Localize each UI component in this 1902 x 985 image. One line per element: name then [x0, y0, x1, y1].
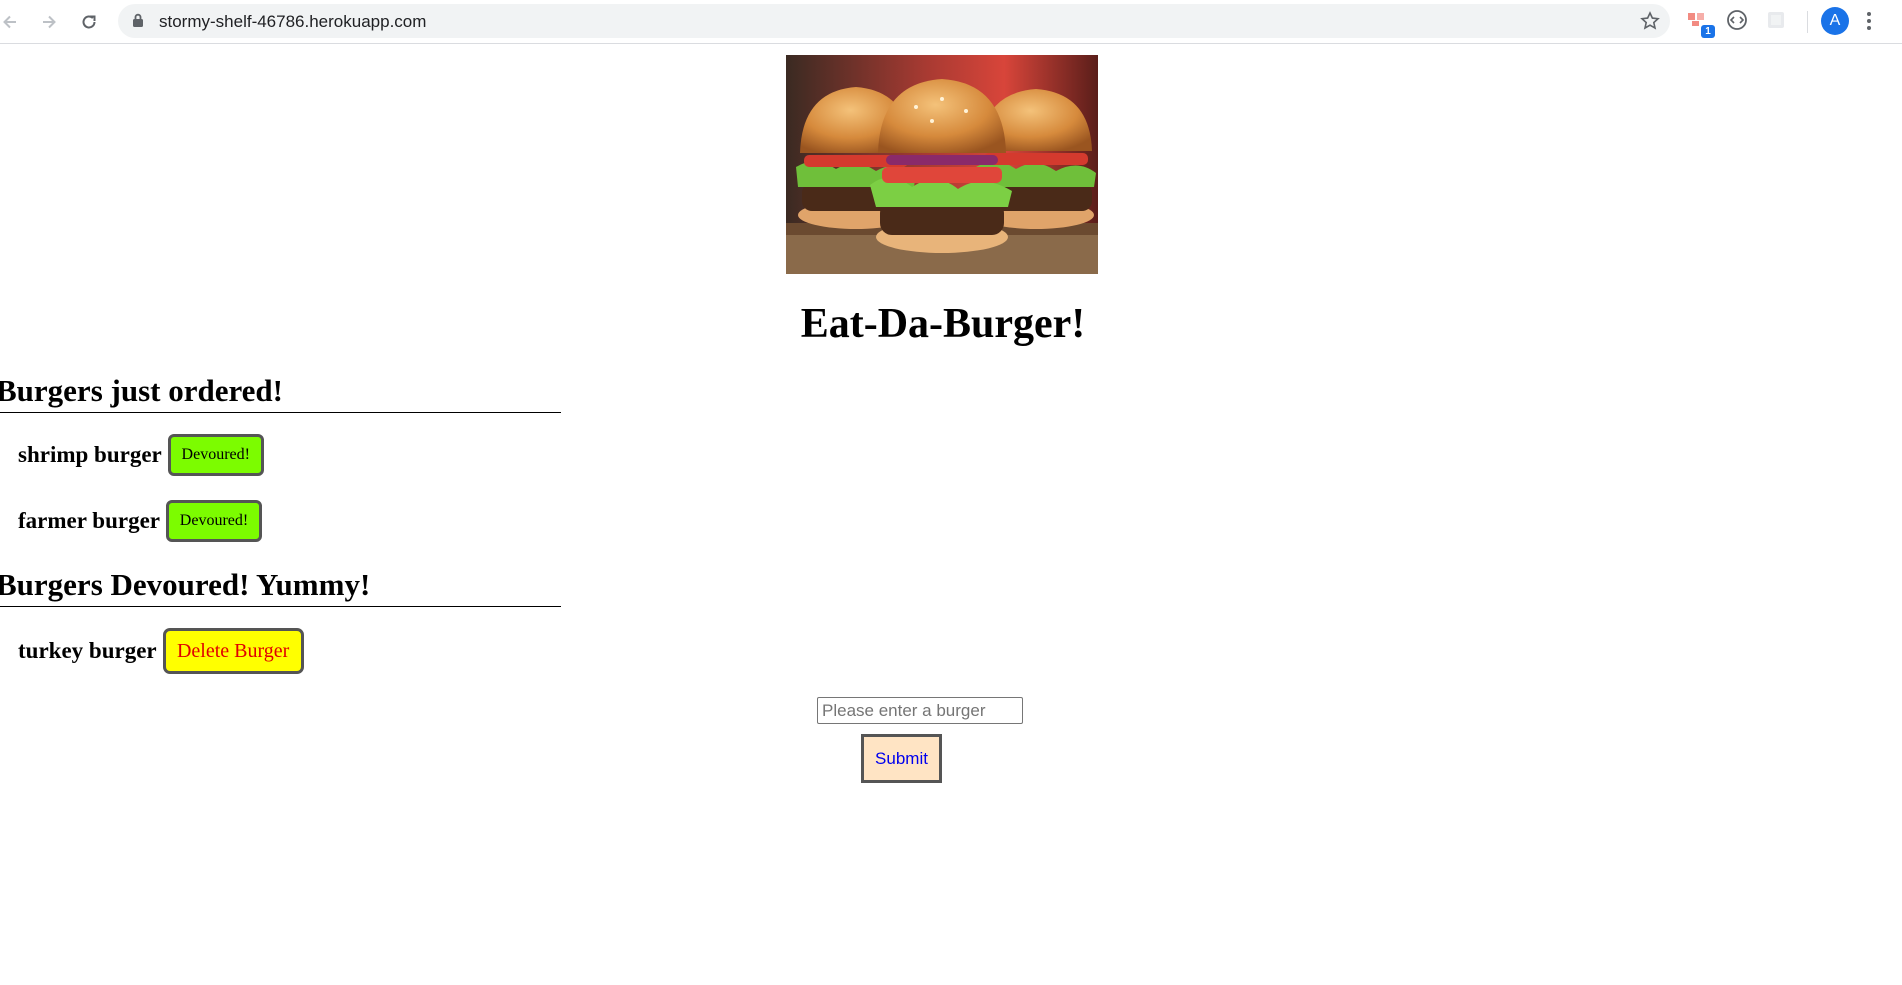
code-extension-icon [1727, 10, 1747, 30]
more-vert-icon [1867, 12, 1871, 30]
address-bar-url: stormy-shelf-46786.herokuapp.com [159, 12, 427, 31]
page-title: Eat-Da-Burger! [800, 301, 1086, 347]
browser-toolbar: stormy-shelf-46786.herokuapp.com 1 A [0, 0, 1902, 44]
list-item: shrimp burger Devoured! [18, 434, 264, 476]
browser-menu-button[interactable] [1866, 10, 1872, 37]
extension-button[interactable] [1765, 9, 1791, 35]
extension-badge: 1 [1701, 25, 1715, 38]
devoured-button[interactable]: Devoured! [167, 434, 264, 476]
list-item: farmer burger Devoured! [18, 500, 262, 542]
extension-button[interactable] [1726, 9, 1752, 35]
burger-name: turkey burger [18, 638, 157, 663]
devoured-button[interactable]: Devoured! [166, 500, 262, 542]
lock-icon [133, 13, 143, 27]
bookmark-star-icon[interactable] [1640, 11, 1660, 31]
burger-name-input[interactable] [817, 697, 1023, 724]
blank-extension-icon [1768, 12, 1784, 28]
address-bar[interactable]: stormy-shelf-46786.herokuapp.com [118, 4, 1670, 38]
extension-button[interactable]: 1 [1686, 9, 1715, 38]
burger-name: farmer burger [18, 508, 160, 533]
devoured-section-heading: Burgers Devoured! Yummy! [0, 568, 561, 607]
reload-icon [82, 15, 96, 29]
burger-hero-image [786, 55, 1098, 274]
delete-burger-button[interactable]: Delete Burger [162, 628, 304, 674]
toolbar-divider [1807, 11, 1808, 33]
reload-button[interactable] [75, 8, 103, 36]
forward-button[interactable] [35, 8, 63, 36]
back-arrow-icon [3, 15, 16, 29]
submit-button[interactable]: Submit [861, 734, 942, 783]
forward-arrow-icon [43, 15, 56, 29]
profile-avatar[interactable]: A [1821, 7, 1849, 35]
list-item: turkey burger Delete Burger [18, 628, 304, 674]
burger-name: shrimp burger [18, 442, 162, 467]
back-button[interactable] [0, 8, 24, 36]
ordered-section-heading: Burgers just ordered! [0, 374, 561, 413]
